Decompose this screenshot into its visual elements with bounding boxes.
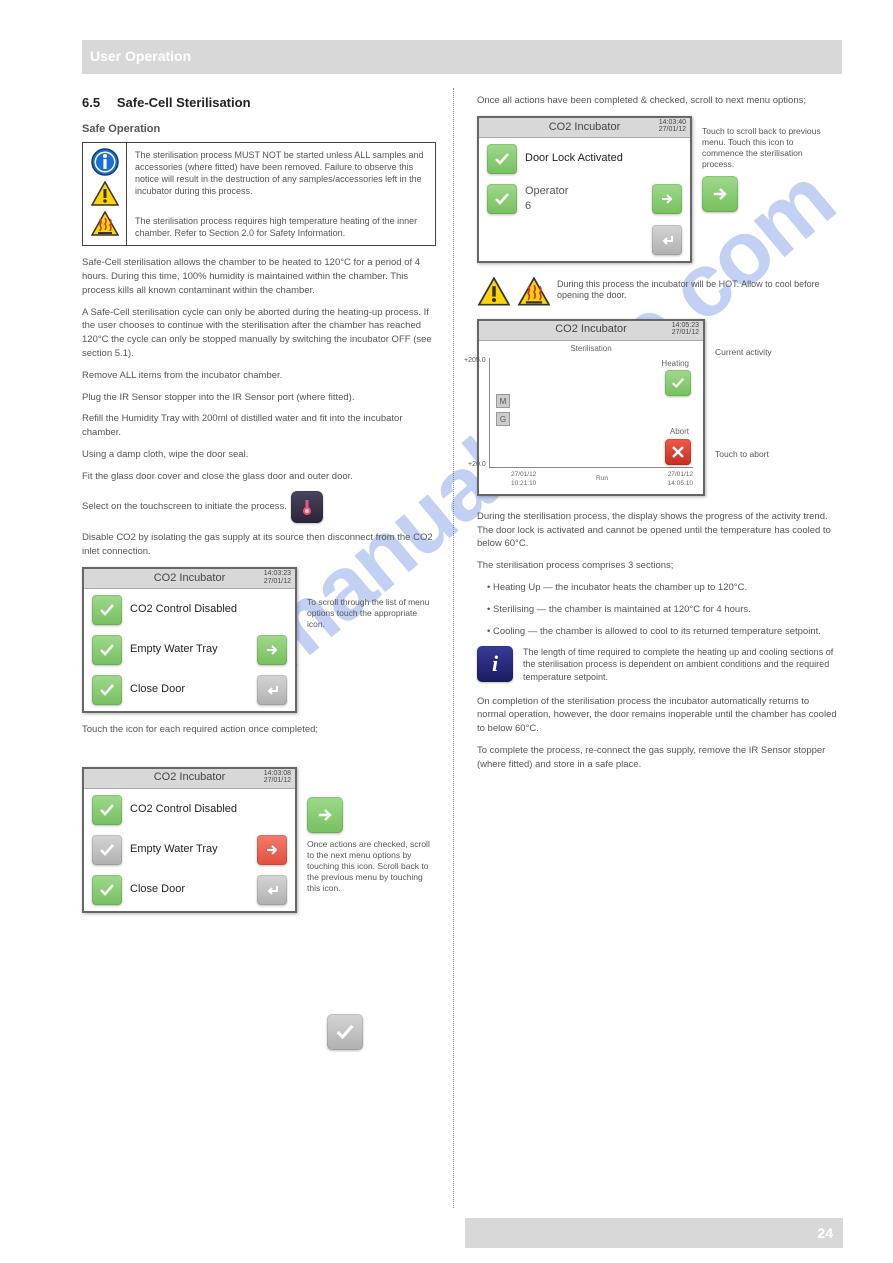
next-arrow-button[interactable]	[652, 184, 682, 214]
screen3-title: CO2 Incubator	[549, 120, 621, 135]
body-p5: Refill the Humidity Tray with 200ml of d…	[82, 412, 442, 440]
heating-label: Heating	[661, 358, 689, 369]
screen3-item2: Operator	[525, 184, 644, 199]
hot-surface-icon	[91, 211, 119, 237]
safety-note-box: The sterilisation process MUST NOT be st…	[82, 142, 436, 247]
next-arrow-icon-inline	[702, 176, 738, 212]
warning-icon	[91, 181, 119, 207]
screen3-item2-sub: 6	[525, 199, 644, 214]
after-p1: During the sterilisation process, the di…	[477, 510, 837, 551]
screen2-title: CO2 Incubator	[154, 770, 226, 785]
screen1-title: CO2 Incubator	[154, 571, 226, 586]
screen2-item1: CO2 Control Disabled	[130, 802, 287, 817]
ui-screen-2: CO2 Incubator 14:03:0827/01/12 CO2 Contr…	[82, 767, 297, 913]
chart-title: Sterilisation	[483, 343, 699, 354]
body-p9: Disable CO2 by isolating the gas supply …	[82, 531, 442, 559]
mandatory-icon	[90, 147, 120, 177]
warning-icon	[477, 277, 511, 307]
body-p4: Plug the IR Sensor stopper into the IR S…	[82, 391, 442, 405]
heating-check-button[interactable]	[665, 370, 691, 396]
left-column: 6.5 Safe-Cell Sterilisation Safe Operati…	[82, 94, 442, 913]
column-divider	[453, 88, 454, 1208]
info-text: The length of time required to complete …	[523, 646, 837, 682]
final-p1: On completion of the sterilisation proce…	[477, 695, 837, 736]
final-p2: To complete the process, re-connect the …	[477, 744, 837, 772]
next-arrow-icon-inline	[307, 797, 343, 833]
sterilise-menu-icon	[291, 491, 323, 523]
chart-area: +205.0 +20.0 M G Heating Abort	[489, 358, 693, 468]
return-button[interactable]	[257, 875, 287, 905]
body-p6: Using a damp cloth, wipe the door seal.	[82, 448, 442, 462]
check-button-unchecked[interactable]	[92, 835, 122, 865]
screen4-callout1: Current activity	[715, 347, 825, 358]
check-button[interactable]	[92, 635, 122, 665]
body-p8: Select on the touchscreen to initiate th…	[82, 500, 287, 514]
check-button[interactable]	[487, 184, 517, 214]
check-icon-inline	[327, 1014, 363, 1050]
abort-button[interactable]	[665, 439, 691, 465]
check-button[interactable]	[92, 875, 122, 905]
screen4-title: CO2 Incubator	[555, 322, 627, 337]
ui-screen-4: CO2 Incubator 14:05:2327/01/12 Sterilisa…	[477, 319, 705, 496]
ui-screen-1: CO2 Incubator 14:03:2327/01/12 CO2 Contr…	[82, 567, 297, 713]
note-text-2: The sterilisation process requires high …	[135, 215, 427, 239]
next-arrow-button[interactable]	[257, 635, 287, 665]
m-button[interactable]: M	[496, 394, 510, 408]
body-p7: Fit the glass door cover and close the g…	[82, 470, 442, 484]
hot-surface-icon	[517, 277, 551, 307]
header-bar: User Operation	[82, 40, 842, 74]
screen1-callout: To scroll through the list of menu optio…	[307, 597, 437, 630]
check-button[interactable]	[92, 675, 122, 705]
section-number: 6.5	[82, 95, 100, 110]
after-p4: • Sterilising — the chamber is maintaine…	[487, 603, 837, 617]
screen1-item1: CO2 Control Disabled	[130, 602, 287, 617]
right-column: Once all actions have been completed & c…	[477, 94, 837, 780]
check-button[interactable]	[92, 795, 122, 825]
right-intro: Once all actions have been completed & c…	[477, 94, 837, 108]
screen1-item2: Empty Water Tray	[130, 642, 249, 657]
screen2-side: Once actions are checked, scroll to the …	[307, 839, 437, 894]
check-button[interactable]	[92, 595, 122, 625]
screen3-side: Touch to scroll back to previous menu. T…	[702, 126, 832, 170]
body-p3: Remove ALL items from the incubator cham…	[82, 369, 442, 383]
screen3-item1: Door Lock Activated	[525, 151, 682, 166]
mid-para: Touch the icon for each required action …	[82, 723, 318, 737]
after-p5: • Cooling — the chamber is allowed to co…	[487, 625, 837, 639]
check-button[interactable]	[487, 144, 517, 174]
screen2-item3: Close Door	[130, 882, 249, 897]
g-button[interactable]: G	[496, 412, 510, 426]
screen1-item3: Close Door	[130, 682, 249, 697]
after-p2: The sterilisation process comprises 3 se…	[477, 559, 837, 573]
after-p3: • Heating Up — the incubator heats the c…	[487, 581, 837, 595]
next-arrow-button-red[interactable]	[257, 835, 287, 865]
footer-bar: 24	[465, 1218, 843, 1248]
ui-screen-3: CO2 Incubator 14:03:4027/01/12 Door Lock…	[477, 116, 692, 263]
abort-label: Abort	[670, 426, 689, 437]
screen4-callout2: Touch to abort	[715, 449, 825, 460]
warn-text: During this process the incubator will b…	[557, 277, 837, 302]
note-text-1: The sterilisation process MUST NOT be st…	[135, 149, 427, 198]
body-p2: A Safe-Cell sterilisation cycle can only…	[82, 306, 442, 361]
screen2-item2: Empty Water Tray	[130, 842, 249, 857]
safe-op-heading: Safe Operation	[82, 122, 442, 137]
return-button[interactable]	[257, 675, 287, 705]
return-button[interactable]	[652, 225, 682, 255]
page-number: 24	[817, 1225, 833, 1241]
info-icon: i	[477, 646, 513, 682]
run-label: Run	[596, 474, 608, 483]
body-p1: Safe-Cell sterilisation allows the chamb…	[82, 256, 442, 297]
header-title: User Operation	[90, 48, 191, 64]
section-title: Safe-Cell Sterilisation	[117, 95, 251, 110]
